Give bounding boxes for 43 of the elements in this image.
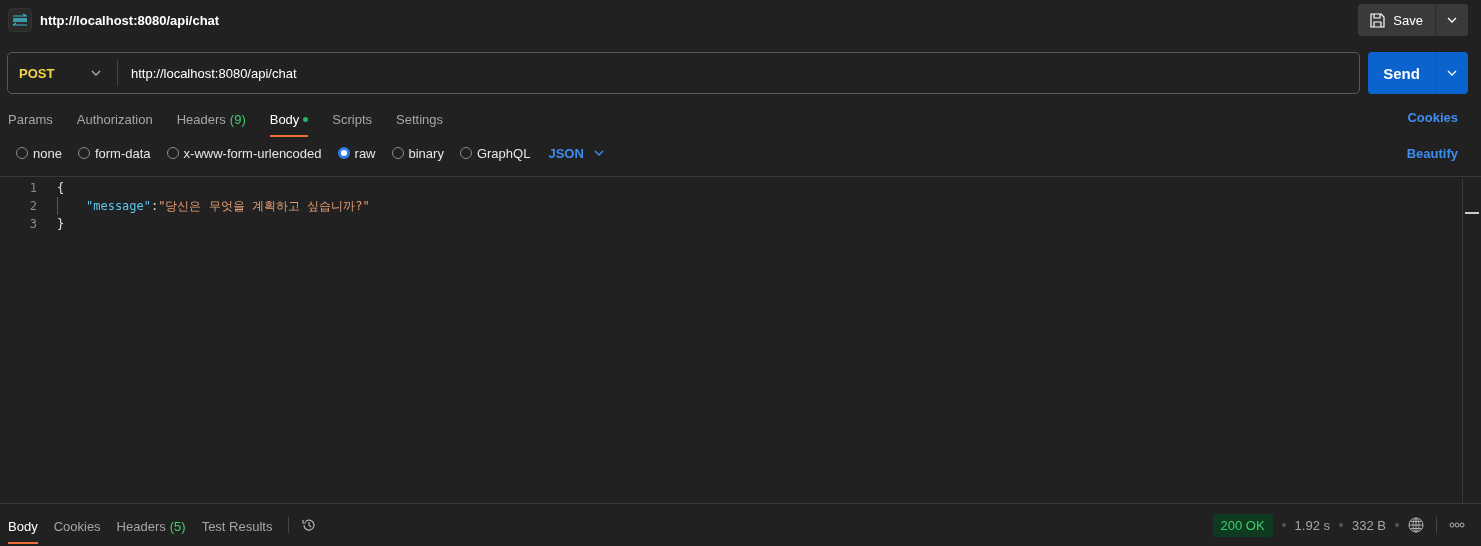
response-tab[interactable]: Body xyxy=(8,510,38,544)
request-tab[interactable]: Authorization xyxy=(76,103,153,137)
request-tab[interactable]: Params xyxy=(8,103,53,137)
code-token: "당신은 무엇을 계획하고 싶습니까?" xyxy=(158,197,370,215)
caret-icon xyxy=(1447,17,1457,23)
more-icon[interactable] xyxy=(1449,522,1465,528)
beautify-link[interactable]: Beautify xyxy=(1406,145,1458,161)
body-type-radio[interactable]: form-data xyxy=(77,145,151,161)
request-tab[interactable]: Settings xyxy=(396,103,444,137)
response-size: 332 B xyxy=(1352,517,1386,533)
request-tab[interactable]: Scripts xyxy=(332,103,373,137)
code-token: } xyxy=(57,217,65,231)
response-tab[interactable]: Headers (5) xyxy=(116,510,186,544)
request-title: http://localhost:8080/api/chat xyxy=(40,12,221,28)
code-token: : xyxy=(151,199,159,213)
response-tab[interactable]: Cookies xyxy=(53,510,101,544)
body-type-radio[interactable]: none xyxy=(16,145,62,161)
body-type-radio[interactable]: raw xyxy=(337,145,376,161)
request-tab[interactable]: Body xyxy=(269,103,309,137)
status-badge: 200 OK xyxy=(1212,513,1273,537)
code-token: "message" xyxy=(86,199,152,213)
caret-icon xyxy=(593,150,604,156)
scrollbar-marker-icon xyxy=(1465,212,1479,214)
caret-icon xyxy=(91,70,101,76)
history-icon[interactable] xyxy=(301,517,318,533)
line-number: 2 xyxy=(28,199,38,213)
body-type-radio[interactable]: x-www-form-urlencoded xyxy=(166,145,322,161)
globe-icon[interactable] xyxy=(1408,517,1424,533)
code-token: { xyxy=(57,181,65,195)
body-type-radio[interactable]: binary xyxy=(391,145,444,161)
response-tab[interactable]: Test Results xyxy=(201,510,273,544)
url-bar[interactable]: POST http://localhost:8080/api/chat xyxy=(7,52,1360,94)
method-dropdown[interactable]: POST xyxy=(8,60,118,86)
caret-icon xyxy=(1447,70,1457,76)
request-tab[interactable]: Headers (9) xyxy=(176,103,246,137)
body-type-radio[interactable]: GraphQL xyxy=(459,145,531,161)
response-time: 1.92 s xyxy=(1294,517,1330,533)
tab-count: (9) xyxy=(229,111,246,127)
tab-count: (5) xyxy=(169,518,186,534)
cookies-link[interactable]: Cookies xyxy=(1407,109,1458,125)
line-number: 3 xyxy=(28,217,38,231)
line-number: 1 xyxy=(28,181,38,195)
format-dropdown[interactable]: JSON xyxy=(546,145,604,161)
